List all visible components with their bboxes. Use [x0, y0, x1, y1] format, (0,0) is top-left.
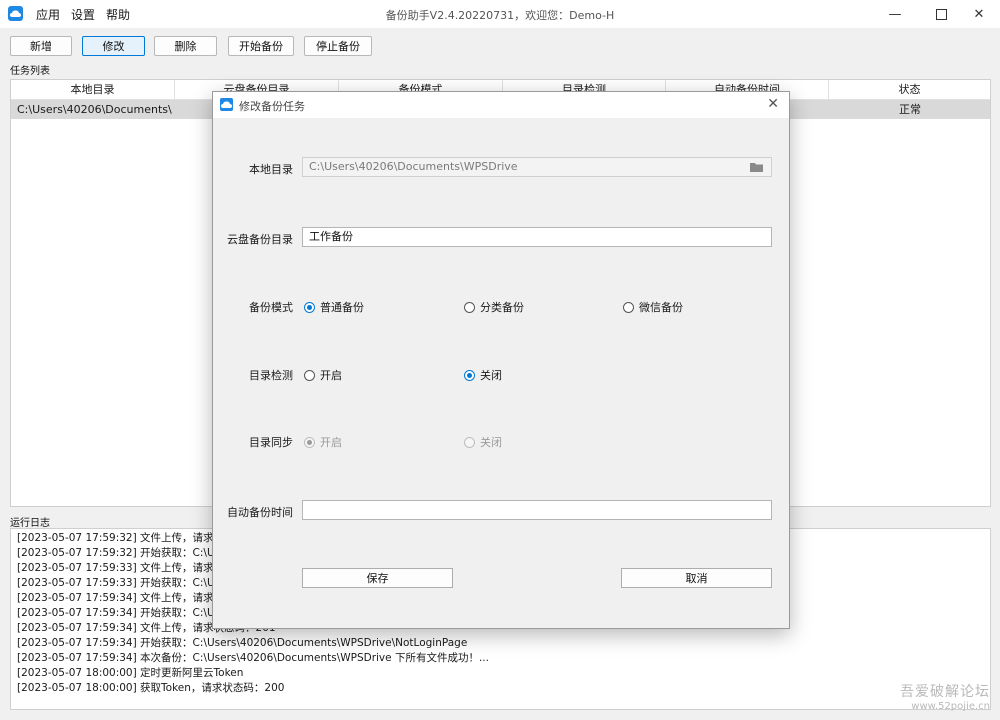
radio-mode-normal[interactable]: 普通备份 [304, 299, 364, 315]
radio-sync-off: 关闭 [464, 434, 502, 450]
edit-task-dialog: 修改备份任务 ✕ 本地目录 C:\Users\40206\Documents\W… [212, 91, 790, 629]
radio-unselected-icon [304, 369, 315, 381]
dialog-cloud-icon [220, 98, 233, 111]
radio-label: 开启 [320, 369, 342, 382]
dialog-title-bar: 修改备份任务 ✕ [213, 92, 789, 118]
folder-icon[interactable] [750, 162, 763, 172]
radio-mode-category[interactable]: 分类备份 [464, 299, 524, 315]
local-dir-input[interactable]: C:\Users\40206\Documents\WPSDrive [302, 157, 772, 177]
edit-button[interactable]: 修改 [82, 36, 145, 56]
radio-selected-icon [304, 436, 315, 448]
watermark-url: www.52pojie.cn [911, 701, 990, 712]
title-bar: 应用 设置 帮助 备份助手V2.4.20220731，欢迎您：Demo-H — … [0, 0, 1000, 28]
save-button[interactable]: 保存 [302, 568, 453, 588]
add-button[interactable]: 新增 [10, 36, 72, 56]
radio-label: 分类备份 [480, 301, 524, 314]
dialog-title: 修改备份任务 [239, 100, 305, 113]
dir-sync-label: 目录同步 [249, 436, 293, 449]
close-icon: ✕ [973, 6, 985, 22]
radio-label: 微信备份 [639, 301, 683, 314]
radio-unselected-icon [464, 301, 475, 313]
radio-sync-on: 开启 [304, 434, 342, 450]
cloud-dir-label: 云盘备份目录 [227, 233, 293, 246]
radio-label: 普通备份 [320, 301, 364, 314]
radio-unselected-icon [623, 301, 634, 313]
auto-time-input[interactable] [302, 500, 772, 520]
log-label: 运行日志 [10, 518, 50, 529]
auto-time-label: 自动备份时间 [227, 506, 293, 519]
task-list-label: 任务列表 [10, 66, 50, 77]
log-line: [2023-05-07 18:00:00] 定时更新阿里云Token [17, 667, 244, 679]
log-line: [2023-05-07 17:59:34] 开始获取：C:\Users\4020… [17, 637, 468, 649]
radio-unselected-icon [464, 436, 475, 448]
radio-check-on[interactable]: 开启 [304, 367, 342, 383]
close-button[interactable]: ✕ [956, 0, 1000, 28]
dir-check-label: 目录检测 [249, 369, 293, 382]
stop-backup-button[interactable]: 停止备份 [304, 36, 372, 56]
minimize-icon: — [888, 6, 902, 22]
minimize-button[interactable]: — [872, 0, 918, 28]
local-dir-value: C:\Users\40206\Documents\WPSDrive [309, 160, 518, 173]
watermark: 吾爱破解论坛 www.52pojie.cn [900, 681, 990, 712]
backup-mode-label: 备份模式 [249, 301, 293, 314]
column-header-status[interactable]: 状态 [829, 80, 990, 100]
radio-label: 开启 [320, 436, 342, 449]
delete-button[interactable]: 删除 [154, 36, 217, 56]
radio-label: 关闭 [480, 436, 502, 449]
radio-selected-icon [304, 301, 315, 313]
watermark-title: 吾爱破解论坛 [900, 684, 990, 700]
cancel-button[interactable]: 取消 [621, 568, 772, 588]
start-backup-button[interactable]: 开始备份 [228, 36, 294, 56]
column-header-local-dir[interactable]: 本地目录 [11, 80, 175, 100]
radio-selected-icon [464, 369, 475, 381]
radio-check-off[interactable]: 关闭 [464, 367, 502, 383]
log-line: [2023-05-07 18:00:00] 获取Token，请求状态码：200 [17, 682, 285, 694]
cloud-dir-input[interactable]: 工作备份 [302, 227, 772, 247]
maximize-icon [935, 8, 947, 20]
window-title: 备份助手V2.4.20220731，欢迎您：Demo-H [385, 9, 615, 22]
radio-label: 关闭 [480, 369, 502, 382]
radio-mode-wechat[interactable]: 微信备份 [623, 299, 683, 315]
cell-status: 正常 [899, 103, 921, 116]
log-line: [2023-05-07 17:59:34] 本次备份：C:\Users\4020… [17, 652, 489, 664]
dialog-close-icon[interactable]: ✕ [767, 96, 779, 112]
cell-local-dir: C:\Users\40206\Documents\... [17, 103, 173, 116]
local-dir-label: 本地目录 [249, 163, 293, 176]
